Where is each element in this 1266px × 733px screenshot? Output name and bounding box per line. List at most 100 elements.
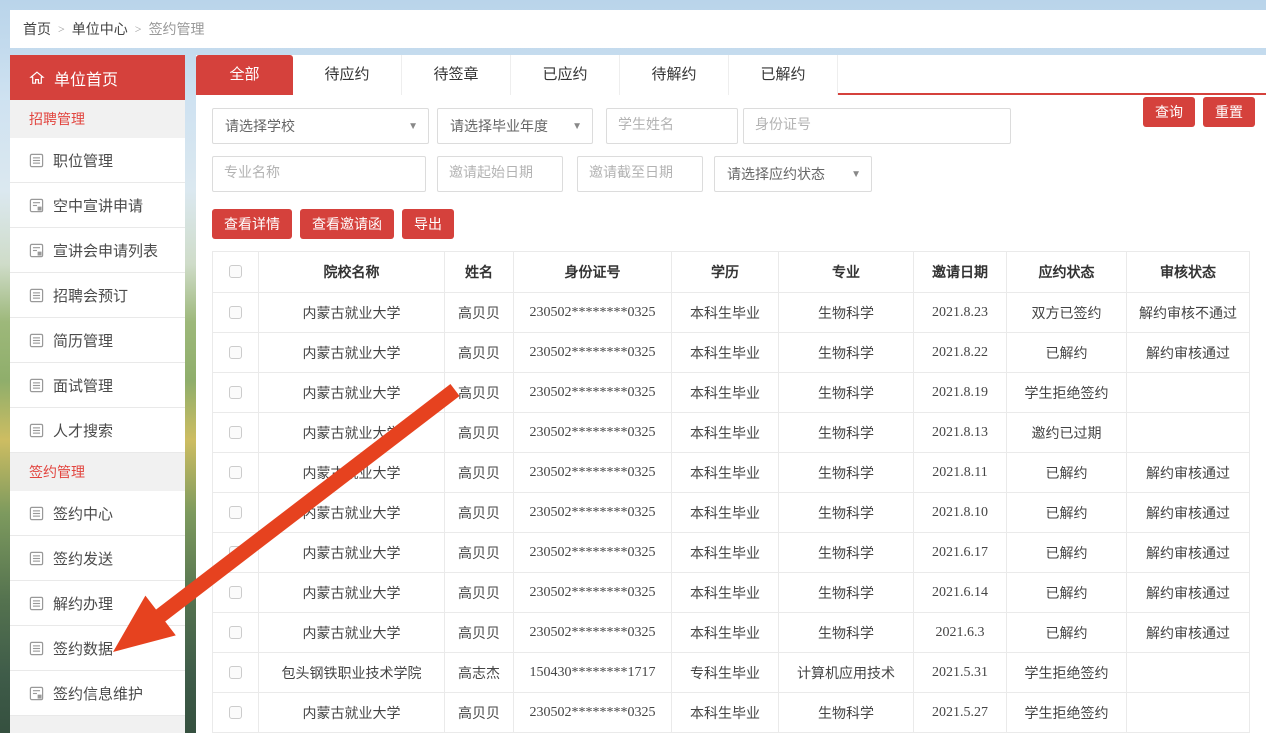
cell-degree: 本科生毕业 <box>672 493 779 533</box>
sidebar-header-label: 单位首页 <box>54 66 118 90</box>
cell-reply-status: 已解约 <box>1007 573 1127 613</box>
cell-school: 内蒙古就业大学 <box>259 373 445 413</box>
cell-name: 高贝贝 <box>445 453 514 493</box>
cell-name: 高贝贝 <box>445 293 514 333</box>
cell-name: 高贝贝 <box>445 693 514 733</box>
cell-invite-date: 2021.5.31 <box>914 653 1007 693</box>
breadcrumb-home[interactable]: 首页 <box>23 19 51 39</box>
sidebar-item-签约数据[interactable]: 签约数据 <box>10 626 185 671</box>
list-doc-icon <box>29 153 44 168</box>
row-checkbox[interactable] <box>229 506 242 519</box>
cell-degree: 本科生毕业 <box>672 373 779 413</box>
chevron-down-icon: ▼ <box>408 121 418 132</box>
sidebar-item-签约信息维护[interactable]: 签约信息维护 <box>10 671 185 716</box>
graduation-year-select[interactable]: 请选择毕业年度 ▼ <box>437 108 593 144</box>
cell-school: 内蒙古就业大学 <box>259 573 445 613</box>
search-button[interactable]: 查询 <box>1143 97 1195 127</box>
list-doc-icon <box>29 423 44 438</box>
cell-audit-status: 解约审核通过 <box>1127 573 1250 613</box>
cell-reply-status: 邀约已过期 <box>1007 413 1127 453</box>
sidebar-item-职位管理[interactable]: 职位管理 <box>10 138 185 183</box>
cell-reply-status: 已解约 <box>1007 613 1127 653</box>
invite-start-date-input[interactable] <box>437 156 563 192</box>
cell-major: 生物科学 <box>779 413 914 453</box>
cell-major: 生物科学 <box>779 693 914 733</box>
column-header: 专业 <box>779 252 914 293</box>
cell-invite-date: 2021.6.17 <box>914 533 1007 573</box>
cell-audit-status <box>1127 653 1250 693</box>
cell-checkbox <box>213 333 259 373</box>
column-header: 邀请日期 <box>914 252 1007 293</box>
sidebar-item-label: 空中宣讲申请 <box>53 195 143 216</box>
list-doc-icon <box>29 596 44 611</box>
cell-audit-status: 解约审核通过 <box>1127 453 1250 493</box>
cell-checkbox <box>213 373 259 413</box>
chevron-down-icon: ▼ <box>572 121 582 132</box>
sidebar-item-label: 职位管理 <box>53 150 113 171</box>
sidebar-item-解约办理[interactable]: 解约办理 <box>10 581 185 626</box>
cell-invite-date: 2021.8.10 <box>914 493 1007 533</box>
sidebar-item-签约发送[interactable]: 签约发送 <box>10 536 185 581</box>
chevron-down-icon: ▼ <box>851 169 861 180</box>
sidebar-item-人才搜索[interactable]: 人才搜索 <box>10 408 185 453</box>
filter-row-2: 请选择应约状态 ▼ <box>212 156 1266 192</box>
sidebar-header[interactable]: 单位首页 <box>10 55 185 100</box>
cell-id-number: 230502********0325 <box>514 293 672 333</box>
cell-name: 高贝贝 <box>445 373 514 413</box>
cell-invite-date: 2021.6.14 <box>914 573 1007 613</box>
row-checkbox[interactable] <box>229 466 242 479</box>
row-checkbox[interactable] <box>229 426 242 439</box>
sidebar-item-宣讲会申请列表[interactable]: 宣讲会申请列表 <box>10 228 185 273</box>
cell-school: 内蒙古就业大学 <box>259 293 445 333</box>
row-checkbox[interactable] <box>229 346 242 359</box>
list-doc-icon <box>29 333 44 348</box>
cell-degree: 本科生毕业 <box>672 293 779 333</box>
row-checkbox[interactable] <box>229 586 242 599</box>
cell-name: 高贝贝 <box>445 613 514 653</box>
view-invitation-button[interactable]: 查看邀请函 <box>300 209 394 239</box>
cell-reply-status: 已解约 <box>1007 533 1127 573</box>
cell-major: 生物科学 <box>779 613 914 653</box>
row-checkbox[interactable] <box>229 626 242 639</box>
sidebar-item-label: 签约发送 <box>53 548 113 569</box>
sidebar-item-空中宣讲申请[interactable]: 空中宣讲申请 <box>10 183 185 228</box>
graduation-year-select-value: 请选择毕业年度 <box>450 116 548 136</box>
row-checkbox[interactable] <box>229 546 242 559</box>
tab-已解约[interactable]: 已解约 <box>729 55 838 95</box>
list-doc-icon <box>29 506 44 521</box>
row-checkbox[interactable] <box>229 386 242 399</box>
select-all-checkbox[interactable] <box>229 265 242 278</box>
cell-school: 包头钢铁职业技术学院 <box>259 653 445 693</box>
cell-audit-status: 解约审核不通过 <box>1127 293 1250 333</box>
row-checkbox[interactable] <box>229 706 242 719</box>
export-button[interactable]: 导出 <box>402 209 454 239</box>
tab-待解约[interactable]: 待解约 <box>620 55 729 95</box>
invite-end-date-input[interactable] <box>577 156 703 192</box>
breadcrumb-unit-center[interactable]: 单位中心 <box>72 19 128 39</box>
id-number-input[interactable] <box>743 108 1011 144</box>
view-detail-button[interactable]: 查看详情 <box>212 209 292 239</box>
sidebar-item-简历管理[interactable]: 简历管理 <box>10 318 185 363</box>
table-row: 内蒙古就业大学高贝贝230502********0325本科生毕业生物科学202… <box>213 613 1250 653</box>
sidebar-item-招聘会预订[interactable]: 招聘会预订 <box>10 273 185 318</box>
row-checkbox[interactable] <box>229 306 242 319</box>
reset-button[interactable]: 重置 <box>1203 97 1255 127</box>
tab-待签章[interactable]: 待签章 <box>402 55 511 95</box>
sidebar-item-label: 签约数据 <box>53 638 113 659</box>
tab-全部[interactable]: 全部 <box>196 55 293 95</box>
cell-degree: 本科生毕业 <box>672 533 779 573</box>
sidebar-item-label: 签约信息维护 <box>53 683 143 704</box>
sidebar-item-签约中心[interactable]: 签约中心 <box>10 491 185 536</box>
breadcrumb-separator: > <box>135 22 142 37</box>
school-select[interactable]: 请选择学校 ▼ <box>212 108 429 144</box>
sidebar-item-面试管理[interactable]: 面试管理 <box>10 363 185 408</box>
reply-status-select[interactable]: 请选择应约状态 ▼ <box>714 156 872 192</box>
form-doc-icon <box>29 243 44 258</box>
tab-待应约[interactable]: 待应约 <box>293 55 402 95</box>
table-body: 内蒙古就业大学高贝贝230502********0325本科生毕业生物科学202… <box>213 293 1250 733</box>
student-name-input[interactable] <box>606 108 738 144</box>
row-checkbox[interactable] <box>229 666 242 679</box>
tab-已应约[interactable]: 已应约 <box>511 55 620 95</box>
major-name-input[interactable] <box>212 156 426 192</box>
cell-name: 高贝贝 <box>445 413 514 453</box>
